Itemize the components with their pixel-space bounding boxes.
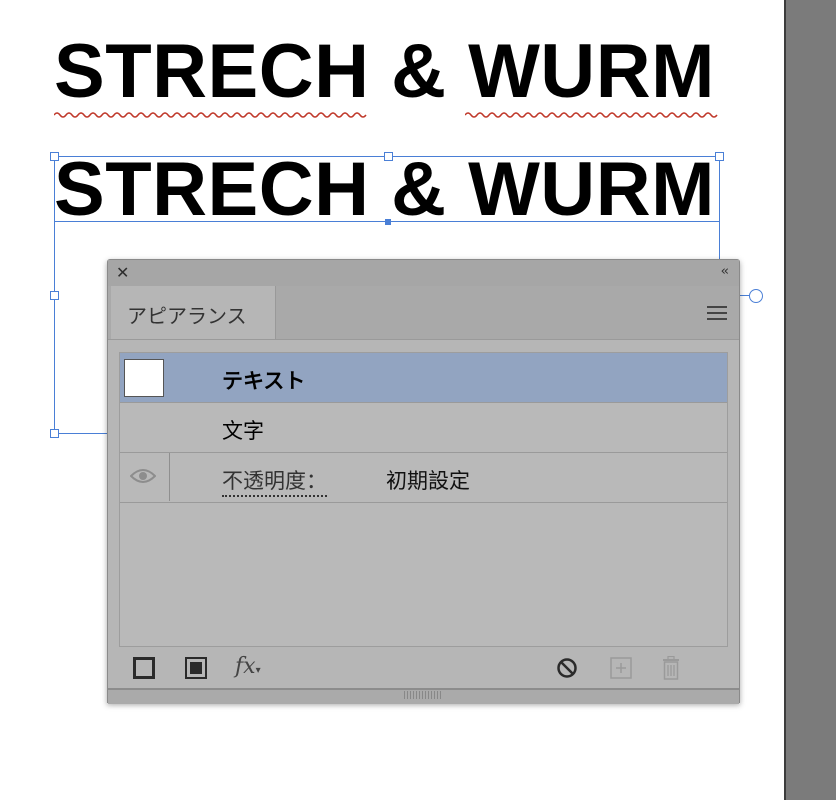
list-item-text-object[interactable]: テキスト — [120, 353, 727, 403]
clear-appearance-icon[interactable] — [556, 657, 578, 679]
opacity-link[interactable]: 不透明度： — [222, 465, 327, 497]
resize-grip-icon[interactable] — [404, 691, 442, 699]
resize-handle-top-right[interactable] — [715, 152, 724, 161]
canvas-pasteboard — [784, 0, 836, 800]
close-icon[interactable]: ✕ — [116, 263, 129, 282]
panel-tab-strip: アピアランス — [108, 286, 739, 340]
duplicate-item-icon[interactable] — [610, 657, 632, 679]
opacity-value: 初期設定 — [386, 469, 470, 493]
visibility-divider — [169, 453, 170, 501]
panel-footer-toolbar: fx▾ — [108, 648, 739, 688]
baseline-handle[interactable] — [385, 219, 391, 225]
fx-label: fx — [235, 654, 256, 679]
headline-text[interactable]: STRECH & WURM — [54, 34, 715, 110]
eye-icon[interactable] — [130, 467, 156, 485]
appearance-panel: ✕ ‹‹ アピアランス テキスト 文字 不透明度： 初期設定 fx▾ — [107, 259, 740, 704]
list-item-opacity[interactable]: 不透明度： 初期設定 — [120, 453, 727, 503]
spellcheck-underline-streich — [54, 112, 367, 118]
selection-border-bottom — [54, 433, 108, 434]
object-thumbnail — [124, 359, 164, 397]
collapse-panel-icon[interactable]: ‹‹ — [721, 264, 730, 279]
resize-handle-middle-left[interactable] — [50, 291, 59, 300]
tab-appearance-label: アピアランス — [127, 304, 247, 328]
add-stroke-icon[interactable] — [133, 657, 155, 679]
tab-appearance[interactable]: アピアランス — [111, 286, 276, 339]
row-label: テキスト — [222, 369, 306, 393]
spellcheck-underline-wurm — [465, 112, 718, 118]
resize-handle-bottom-left[interactable] — [50, 429, 59, 438]
rotate-handle[interactable] — [749, 289, 763, 303]
panel-resize-bar[interactable] — [108, 688, 739, 704]
resize-handle-top-center[interactable] — [384, 152, 393, 161]
appearance-list: テキスト 文字 不透明度： 初期設定 — [119, 352, 728, 647]
delete-icon[interactable] — [660, 656, 682, 680]
add-fill-icon[interactable] — [185, 657, 207, 679]
list-item-characters[interactable]: 文字 — [120, 403, 727, 453]
selection-border-right — [719, 156, 720, 260]
fx-icon[interactable]: fx▾ — [235, 654, 261, 679]
selected-text-object[interactable]: STRECH & WURM — [54, 152, 715, 228]
row-label: 文字 — [222, 419, 264, 443]
panel-menu-icon[interactable] — [707, 306, 727, 324]
panel-title-bar[interactable]: ✕ ‹‹ — [108, 260, 739, 287]
resize-handle-top-left[interactable] — [50, 152, 59, 161]
